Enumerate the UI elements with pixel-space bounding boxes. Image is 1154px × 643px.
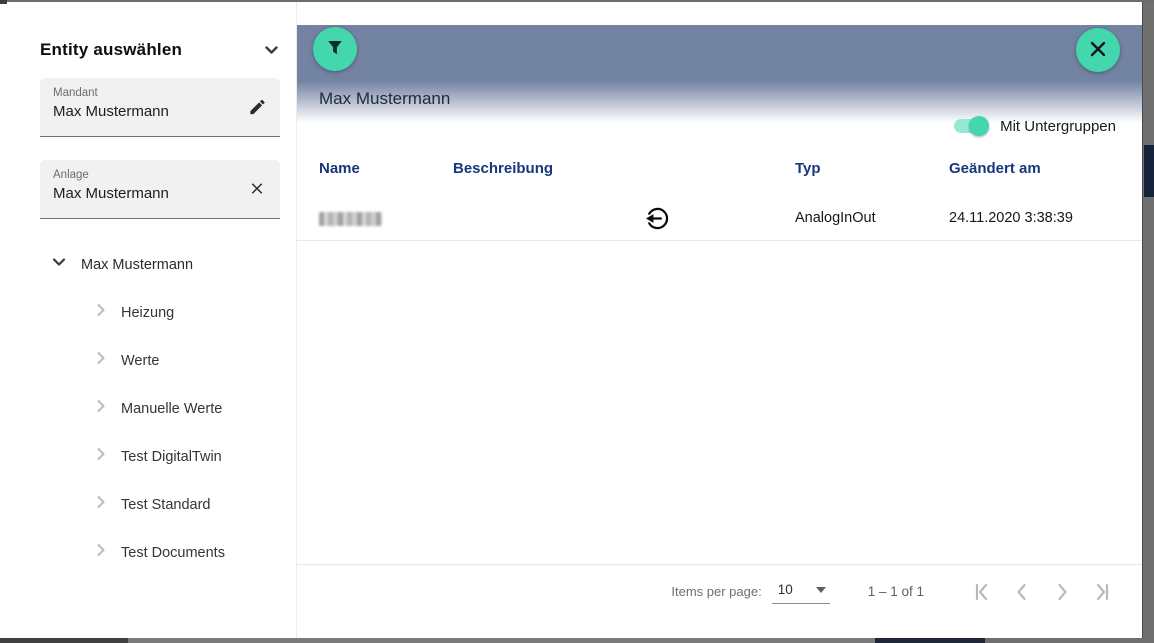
clear-icon[interactable] xyxy=(248,180,267,199)
collapse-caret-icon[interactable] xyxy=(265,41,278,59)
horizontal-scrollbar-segment xyxy=(0,638,128,643)
first-page-button[interactable] xyxy=(970,580,994,604)
chevron-down-icon[interactable] xyxy=(51,254,67,275)
tree-node-test-digitaltwin[interactable]: Test DigitalTwin xyxy=(93,446,222,467)
tree-node-werte[interactable]: Werte xyxy=(93,350,159,371)
paginator-nav xyxy=(970,580,1114,604)
redacted-name-cell xyxy=(319,212,382,226)
tree-node-root[interactable]: Max Mustermann xyxy=(51,254,193,275)
window-corner-mark xyxy=(0,0,7,4)
geaendert-am-cell: 24.11.2020 3:38:39 xyxy=(949,210,1073,226)
previous-page-button[interactable] xyxy=(1010,580,1034,604)
mandant-field[interactable]: Mandant Max Mustermann xyxy=(40,78,280,137)
tree-node-label: Test DigitalTwin xyxy=(121,448,222,465)
items-per-page-value: 10 xyxy=(777,581,793,597)
table-row[interactable]: AnalogInOut 24.11.2020 3:38:39 xyxy=(297,198,1142,241)
chevron-right-icon[interactable] xyxy=(93,302,109,323)
app-window: Entity auswählen Mandant Max Mustermann … xyxy=(0,0,1154,643)
select-caret-icon xyxy=(815,580,826,598)
column-header-geaendert-am: Geändert am xyxy=(949,160,1041,177)
chevron-right-icon[interactable] xyxy=(93,398,109,419)
horizontal-scrollbar-segment xyxy=(985,638,1154,643)
items-per-page-label: Items per page: xyxy=(671,584,762,599)
tree-node-label: Test Documents xyxy=(121,544,225,561)
subgroups-toggle-row: Mit Untergruppen xyxy=(952,116,1116,136)
chevron-right-icon[interactable] xyxy=(93,542,109,563)
next-page-button[interactable] xyxy=(1050,580,1074,604)
table-header-row: Name Beschreibung Typ Geändert am xyxy=(297,160,1142,180)
subgroups-toggle-label: Mit Untergruppen xyxy=(1000,117,1116,135)
tree-node-label: Max Mustermann xyxy=(81,256,194,273)
sidebar-title: Entity auswählen xyxy=(40,40,183,59)
chevron-right-icon[interactable] xyxy=(93,494,109,515)
column-header-typ: Typ xyxy=(795,160,821,177)
horizontal-scrollbar-thumb[interactable] xyxy=(875,638,985,643)
subgroups-toggle[interactable] xyxy=(952,116,990,136)
window-top-border xyxy=(0,0,1154,2)
filter-button[interactable] xyxy=(313,27,357,71)
tree-node-label: Manuelle Werte xyxy=(121,400,223,417)
mandant-label: Mandant xyxy=(53,87,98,99)
tree-node-test-standard[interactable]: Test Standard xyxy=(93,494,210,515)
column-header-beschreibung: Beschreibung xyxy=(453,160,554,177)
edit-icon[interactable] xyxy=(248,98,267,117)
anlage-label: Anlage xyxy=(53,169,89,181)
close-button[interactable] xyxy=(1076,28,1120,72)
toggle-thumb[interactable] xyxy=(969,116,990,136)
mandant-value: Max Mustermann xyxy=(53,103,169,120)
anlage-field[interactable]: Anlage Max Mustermann xyxy=(40,160,280,219)
logout-arrow-icon xyxy=(644,205,671,232)
column-header-name: Name xyxy=(319,160,360,177)
typ-cell: AnalogInOut xyxy=(795,210,876,226)
horizontal-scrollbar[interactable] xyxy=(0,638,1154,643)
dialog-title: Max Mustermann xyxy=(319,89,451,108)
dialog-header-bar xyxy=(297,25,1142,81)
paginator: Items per page: 10 1 – 1 of 1 xyxy=(297,564,1142,618)
tree-node-label: Werte xyxy=(121,352,160,369)
chevron-right-icon[interactable] xyxy=(93,350,109,371)
vertical-scrollbar[interactable] xyxy=(1142,2,1154,638)
chevron-right-icon[interactable] xyxy=(93,446,109,467)
tree-node-label: Heizung xyxy=(121,304,175,321)
paginator-range-label: 1 – 1 of 1 xyxy=(867,584,924,599)
entity-dialog: Max Mustermann Mit Untergruppen Name Bes… xyxy=(296,2,1142,638)
entity-sidebar: Entity auswählen Mandant Max Mustermann … xyxy=(0,2,296,638)
vertical-scrollbar-thumb[interactable] xyxy=(1144,145,1154,197)
filter-funnel-icon xyxy=(325,38,345,61)
tree-node-heizung[interactable]: Heizung xyxy=(93,302,174,323)
tree-node-label: Test Standard xyxy=(121,496,211,513)
anlage-value: Max Mustermann xyxy=(53,185,169,202)
close-icon xyxy=(1089,40,1107,61)
tree-node-manuelle-werte[interactable]: Manuelle Werte xyxy=(93,398,222,419)
tree-node-test-documents[interactable]: Test Documents xyxy=(93,542,225,563)
sidebar-header: Entity auswählen xyxy=(40,40,278,60)
last-page-button[interactable] xyxy=(1090,580,1114,604)
items-per-page-select[interactable]: 10 xyxy=(771,579,830,604)
